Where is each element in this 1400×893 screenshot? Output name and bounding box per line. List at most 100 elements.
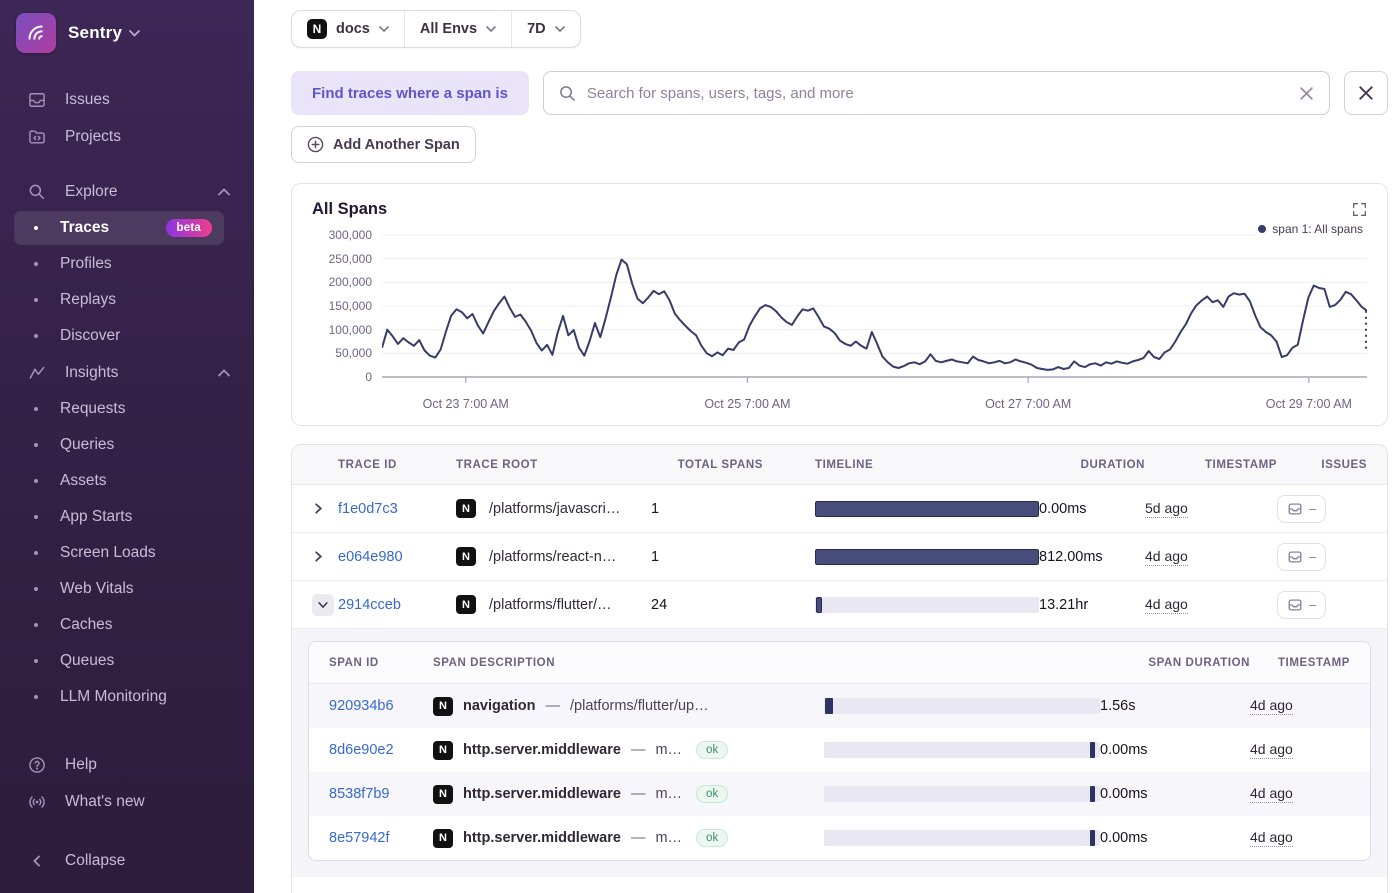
fullscreen-icon[interactable] xyxy=(1350,200,1369,222)
expand-chevron-icon[interactable] xyxy=(312,502,338,515)
projects-icon xyxy=(26,127,48,147)
col-span-timestamp: TIMESTAMP xyxy=(1278,657,1350,669)
span-timestamp: 4d ago xyxy=(1250,785,1350,803)
issues-count-dash: – xyxy=(1309,597,1316,612)
traces-table-panel: TRACE ID TRACE ROOT TOTAL SPANS TIMELINE… xyxy=(291,444,1388,893)
project-filter[interactable]: docs xyxy=(292,11,404,47)
nextjs-icon xyxy=(456,547,476,566)
nextjs-icon xyxy=(433,785,453,804)
span-id-link[interactable]: 8d6e90e2 xyxy=(329,742,433,758)
trace-id-link[interactable]: f1e0d7c3 xyxy=(338,501,456,517)
sidebar-item-label: Web Vitals xyxy=(60,580,212,598)
span-search-input[interactable] xyxy=(587,85,1288,102)
issues-button[interactable]: – xyxy=(1277,495,1326,523)
sidebar-item-projects[interactable]: Projects xyxy=(0,118,254,155)
broadcast-icon xyxy=(26,792,48,812)
span-description: m… xyxy=(655,786,682,802)
col-duration: DURATION xyxy=(1081,459,1145,471)
trace-id-link[interactable]: 2914cceb xyxy=(338,597,456,613)
sidebar-item-profiles[interactable]: Profiles xyxy=(0,246,254,282)
sidebar-item-discover[interactable]: Discover xyxy=(0,318,254,354)
x-tick-label: Oct 25 7:00 AM xyxy=(704,397,790,411)
span-id-link[interactable]: 920934b6 xyxy=(329,698,433,714)
bullet-icon xyxy=(34,587,38,591)
total-spans: 24 xyxy=(651,597,763,613)
environment-filter[interactable]: All Envs xyxy=(404,11,511,47)
bullet-icon xyxy=(34,479,38,483)
trace-root: /platforms/javascri… xyxy=(489,501,620,517)
expanded-trace-section: SPAN ID SPAN DESCRIPTION SPAN DURATION T… xyxy=(292,629,1387,877)
span-id-link[interactable]: 8538f7b9 xyxy=(329,786,433,802)
duration: 0.00ms xyxy=(1039,501,1145,517)
chart-plot-area[interactable]: span 1: All spans xyxy=(382,225,1367,391)
bullet-icon xyxy=(34,551,38,555)
sidebar-item-screen-loads[interactable]: Screen Loads xyxy=(0,535,254,571)
issues-count-dash: – xyxy=(1309,549,1316,564)
beta-badge: beta xyxy=(166,219,212,237)
trace-id-link[interactable]: e064e980 xyxy=(338,549,456,565)
search-icon xyxy=(26,182,48,202)
bullet-icon xyxy=(34,695,38,699)
sidebar-item-requests[interactable]: Requests xyxy=(0,391,254,427)
sidebar-collapse-button[interactable]: Collapse xyxy=(0,842,254,879)
sidebar-item-label: Projects xyxy=(65,128,230,146)
sidebar-item-label: What's new xyxy=(65,793,230,811)
expand-chevron-icon[interactable] xyxy=(312,550,338,563)
sidebar-section-insights[interactable]: Insights xyxy=(0,354,254,391)
sidebar-item-label: Queries xyxy=(60,436,212,454)
separator: — xyxy=(631,742,646,758)
sidebar-nav: Issues Projects Explore xyxy=(0,81,254,879)
org-switcher[interactable]: Sentry xyxy=(0,13,254,53)
span-duration: 0.00ms xyxy=(1100,786,1250,802)
remove-span-row-button[interactable] xyxy=(1344,71,1388,115)
y-tick-label: 50,000 xyxy=(335,346,372,360)
sidebar-section-explore[interactable]: Explore xyxy=(0,173,254,210)
span-description: m… xyxy=(655,742,682,758)
y-tick-label: 250,000 xyxy=(329,252,372,266)
sidebar-item-label: Requests xyxy=(60,400,212,418)
collapse-chevron-icon[interactable] xyxy=(312,594,334,616)
sidebar-item-replays[interactable]: Replays xyxy=(0,282,254,318)
bullet-icon xyxy=(34,623,38,627)
clear-search-button[interactable] xyxy=(1299,86,1314,101)
find-traces-label-chip[interactable]: Find traces where a span is xyxy=(291,71,529,115)
timestamp: 4d ago xyxy=(1145,596,1277,614)
sidebar-item-assets[interactable]: Assets xyxy=(0,463,254,499)
chart-legend[interactable]: span 1: All spans xyxy=(1256,222,1365,236)
issues-button[interactable]: – xyxy=(1277,543,1326,571)
issues-button[interactable]: – xyxy=(1277,591,1326,619)
sentry-logo-icon xyxy=(16,13,56,53)
y-tick-label: 0 xyxy=(365,370,372,384)
span-timestamp: 4d ago xyxy=(1250,697,1350,715)
spans-table-panel: SPAN ID SPAN DESCRIPTION SPAN DURATION T… xyxy=(308,641,1371,861)
sidebar-item-traces[interactable]: Traces beta xyxy=(0,210,254,246)
col-span-duration: SPAN DURATION xyxy=(1148,657,1250,669)
separator: — xyxy=(631,786,646,802)
chevron-up-icon xyxy=(218,364,230,382)
col-span-id: SPAN ID xyxy=(329,657,433,669)
span-duration: 1.56s xyxy=(1100,698,1250,714)
span-timeline-bar xyxy=(824,786,1100,802)
trace-root: /platforms/react-n… xyxy=(489,549,616,565)
sidebar-item-help[interactable]: Help xyxy=(0,746,254,783)
sidebar-item-issues[interactable]: Issues xyxy=(0,81,254,118)
sidebar-item-app-starts[interactable]: App Starts xyxy=(0,499,254,535)
bullet-icon xyxy=(34,443,38,447)
y-axis-labels: 050,000100,000150,000200,000250,000300,0… xyxy=(312,225,382,391)
timestamp: 5d ago xyxy=(1145,500,1277,518)
search-icon xyxy=(559,85,576,102)
bullet-icon xyxy=(34,407,38,411)
sidebar-item-caches[interactable]: Caches xyxy=(0,607,254,643)
sidebar-item-web-vitals[interactable]: Web Vitals xyxy=(0,571,254,607)
sidebar-item-llm-monitoring[interactable]: LLM Monitoring xyxy=(0,679,254,715)
sidebar-item-whats-new[interactable]: What's new xyxy=(0,783,254,820)
date-range-filter[interactable]: 7D xyxy=(511,11,580,47)
bullet-icon xyxy=(34,262,38,266)
sidebar-item-queries[interactable]: Queries xyxy=(0,427,254,463)
bullet-icon xyxy=(34,334,38,338)
add-another-span-button[interactable]: Add Another Span xyxy=(291,126,476,163)
status-badge: ok xyxy=(696,829,728,847)
sidebar-item-queues[interactable]: Queues xyxy=(0,643,254,679)
span-id-link[interactable]: 8e57942f xyxy=(329,830,433,846)
add-another-span-label: Add Another Span xyxy=(333,137,460,153)
